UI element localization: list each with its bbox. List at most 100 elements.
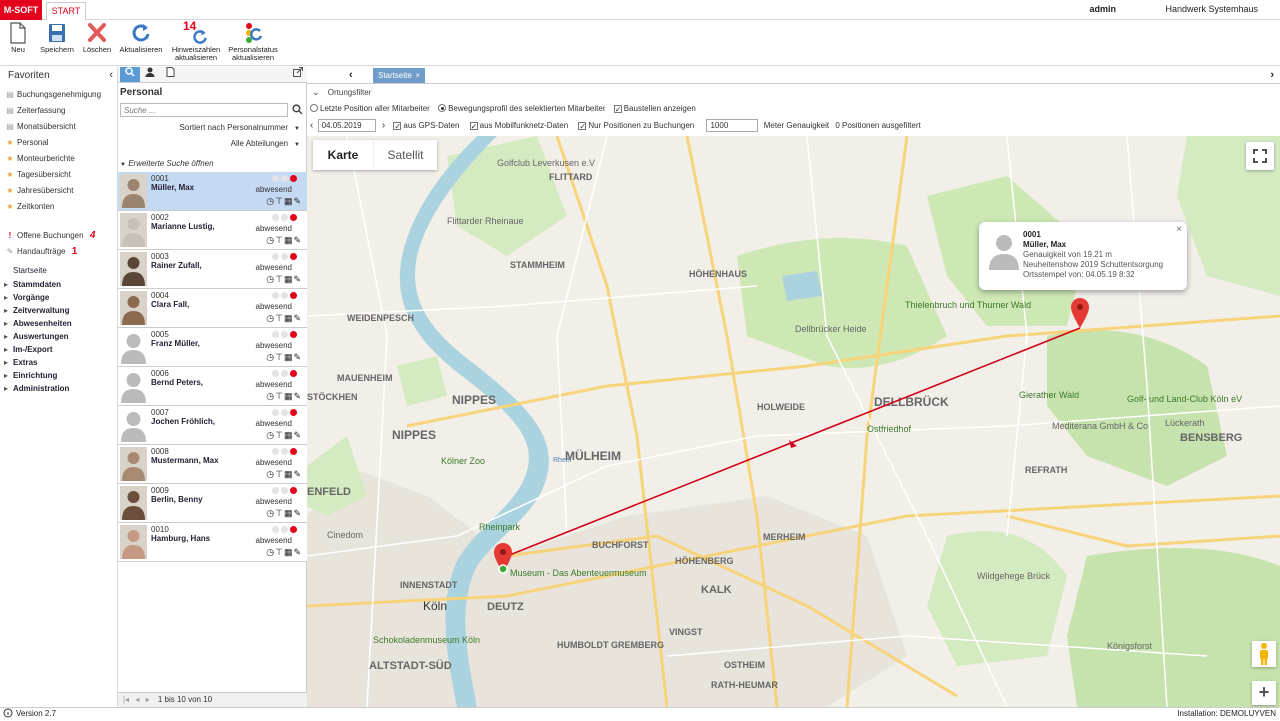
pencil-icon[interactable]: ✎ xyxy=(293,430,302,440)
search-icon[interactable] xyxy=(292,104,303,117)
nav-yearly-overview[interactable]: ★ Jahresübersicht xyxy=(5,183,73,199)
bench-icon[interactable]: ⊤ xyxy=(275,508,284,518)
previous-day-icon[interactable]: ‹ xyxy=(310,120,313,131)
nav-fitter-reports[interactable]: ★ Monteurberichte xyxy=(5,151,74,167)
pencil-icon[interactable]: ✎ xyxy=(293,352,302,362)
bench-icon[interactable]: ⊤ xyxy=(275,196,284,206)
nav-personnel[interactable]: ★ Personal xyxy=(5,135,48,151)
popout-panel-icon[interactable] xyxy=(288,67,308,82)
refresh-button[interactable]: Aktualisieren xyxy=(118,22,164,64)
pencil-icon[interactable]: ✎ xyxy=(293,313,302,323)
bench-icon[interactable]: ⊤ xyxy=(275,274,284,284)
map[interactable]: Golfclub Leverkusen e.V FLITTARD Flittar… xyxy=(307,136,1280,707)
only-bookings-checkbox[interactable]: ✓ Nur Positionen zu Buchungen xyxy=(578,121,694,131)
employee-row[interactable]: 0009 Berlin, Benny abwesend ◷⊤▦✎ xyxy=(118,484,307,523)
close-icon[interactable]: × xyxy=(1176,224,1182,235)
tab-home[interactable]: Startseite × xyxy=(373,68,425,83)
clock-icon[interactable]: ◷ xyxy=(266,391,275,401)
pencil-icon[interactable]: ✎ xyxy=(293,235,302,245)
accuracy-input[interactable]: 1000 xyxy=(706,119,759,132)
tree-absences[interactable]: ▸ Abwesenheiten xyxy=(4,317,72,330)
tabs-scroll-right-icon[interactable]: › xyxy=(1270,69,1274,81)
collapse-nav-icon[interactable]: ‹ xyxy=(109,67,113,84)
pencil-icon[interactable]: ✎ xyxy=(293,508,302,518)
clock-icon[interactable]: ◷ xyxy=(266,235,275,245)
nav-time-tracking[interactable]: ▤ Zeiterfassung xyxy=(5,103,65,119)
tab-person[interactable] xyxy=(140,67,160,82)
employee-row[interactable]: 0007 Jochen Fröhlich, abwesend ◷⊤▦✎ xyxy=(118,406,307,445)
bench-icon[interactable]: ⊤ xyxy=(275,352,284,362)
bench-icon[interactable]: ⊤ xyxy=(275,547,284,557)
tree-processes[interactable]: ▸ Vorgänge xyxy=(4,291,49,304)
tab-document[interactable] xyxy=(160,67,180,82)
user-name[interactable]: admin xyxy=(1089,4,1116,14)
employee-row[interactable]: 0002 Marianne Lustig, abwesend ◷⊤▦✎ xyxy=(118,211,307,250)
nav-manual-orders[interactable]: ✎ Handaufträge 1 xyxy=(5,244,78,260)
close-icon[interactable]: × xyxy=(415,68,420,83)
tree-master-data[interactable]: ▸ Stammdaten xyxy=(4,278,61,291)
save-button[interactable]: Speichern xyxy=(38,22,76,64)
bench-icon[interactable]: ⊤ xyxy=(275,235,284,245)
clock-icon[interactable]: ◷ xyxy=(266,508,275,518)
fullscreen-button[interactable] xyxy=(1246,142,1274,170)
movement-profile-option[interactable]: Bewegungsprofil des selektierten Mitarbe… xyxy=(438,104,605,113)
prev-page-icon[interactable]: ◂ xyxy=(135,695,139,704)
next-day-icon[interactable]: › xyxy=(382,120,385,131)
clock-icon[interactable]: ◷ xyxy=(266,313,275,323)
clock-icon[interactable]: ◷ xyxy=(266,469,275,479)
tab-start[interactable]: START xyxy=(46,2,86,20)
nav-daily-overview[interactable]: ★ Tagesübersicht xyxy=(5,167,70,183)
street-view-button[interactable] xyxy=(1252,641,1276,667)
personnel-search-input[interactable] xyxy=(120,103,288,117)
mobile-network-checkbox[interactable]: ✓ aus Mobilfunknetz-Daten xyxy=(469,121,568,131)
employee-row[interactable]: 0004 Clara Fall, abwesend ◷⊤▦✎ xyxy=(118,289,307,328)
employee-row[interactable]: 0005 Franz Müller, abwesend ◷⊤▦✎ xyxy=(118,328,307,367)
employee-row[interactable]: 0010 Hamburg, Hans abwesend ◷⊤▦✎ xyxy=(118,523,307,562)
nav-time-accounts[interactable]: ★ Zeitkonten xyxy=(5,199,54,215)
employee-row[interactable]: 0003 Rainer Zufall, abwesend ◷⊤▦✎ xyxy=(118,250,307,289)
tree-import-export[interactable]: ▸ Im-/Export xyxy=(4,343,53,356)
next-page-icon[interactable]: ▸ xyxy=(146,695,150,704)
first-page-icon[interactable]: |◂ xyxy=(123,695,129,704)
clock-icon[interactable]: ◷ xyxy=(266,352,275,362)
employee-row[interactable]: 0001 Müller, Max abwesend ◷⊤▦✎ xyxy=(118,172,307,211)
bench-icon[interactable]: ⊤ xyxy=(275,430,284,440)
gps-checkbox[interactable]: ✓ aus GPS-Daten xyxy=(393,121,459,131)
clock-icon[interactable]: ◷ xyxy=(266,430,275,440)
pencil-icon[interactable]: ✎ xyxy=(293,469,302,479)
tree-administration[interactable]: ▸ Administration xyxy=(4,382,69,395)
tree-setup[interactable]: ▸ Einrichtung xyxy=(4,369,57,382)
last-position-option[interactable]: Letzte Position aller Mitarbeiter xyxy=(310,104,430,113)
location-filter-header[interactable]: ⌄ Ortungsfilter xyxy=(307,84,1280,101)
pencil-icon[interactable]: ✎ xyxy=(293,274,302,284)
pencil-icon[interactable]: ✎ xyxy=(293,547,302,557)
map-type-satellite-button[interactable]: Satellit xyxy=(373,140,437,170)
clock-icon[interactable]: ◷ xyxy=(266,274,275,284)
zoom-in-button[interactable]: + xyxy=(1252,681,1276,705)
clock-icon[interactable]: ◷ xyxy=(266,196,275,206)
employee-row[interactable]: 0006 Bernd Peters, abwesend ◷⊤▦✎ xyxy=(118,367,307,406)
tree-time-management[interactable]: ▸ Zeitverwaltung xyxy=(4,304,69,317)
sort-select[interactable]: Sortiert nach Personalnummer ▼ xyxy=(180,123,300,132)
tree-extras[interactable]: ▸ Extras xyxy=(4,356,37,369)
date-field[interactable]: 04.05.2019 xyxy=(317,119,376,132)
bench-icon[interactable]: ⊤ xyxy=(275,313,284,323)
department-select[interactable]: Alle Abteilungen ▼ xyxy=(231,139,300,148)
employee-row[interactable]: 0008 Mustermann, Max abwesend ◷⊤▦✎ xyxy=(118,445,307,484)
tabs-scroll-left-icon[interactable]: ‹ xyxy=(349,69,353,81)
nav-booking-approval[interactable]: ▤ Buchungsgenehmigung xyxy=(5,87,101,103)
nav-open-bookings[interactable]: ! Offene Buchungen 4 xyxy=(5,228,96,244)
tab-search[interactable] xyxy=(120,67,140,82)
show-sites-checkbox[interactable]: ✓ Baustellen anzeigen xyxy=(613,104,696,114)
extended-search-toggle[interactable]: ▼ Erweiterte Suche öffnen xyxy=(120,159,214,168)
nav-monthly-overview[interactable]: ▤ Monatsübersicht xyxy=(5,119,75,135)
tree-reports[interactable]: ▸ Auswertungen xyxy=(4,330,69,343)
new-button[interactable]: Neu xyxy=(4,22,32,64)
update-hints-button[interactable]: 14 Hinweiszahlen aktualisieren xyxy=(170,20,222,64)
pencil-icon[interactable]: ✎ xyxy=(293,391,302,401)
bench-icon[interactable]: ⊤ xyxy=(275,469,284,479)
map-type-map-button[interactable]: Karte xyxy=(313,140,373,170)
clock-icon[interactable]: ◷ xyxy=(266,547,275,557)
delete-button[interactable]: Löschen xyxy=(80,22,114,64)
pencil-icon[interactable]: ✎ xyxy=(293,196,302,206)
